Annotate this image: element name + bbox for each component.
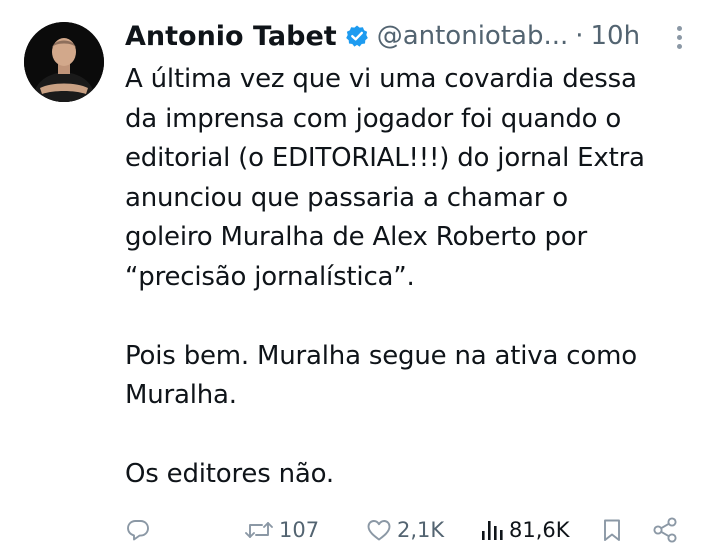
tweet[interactable]: Antonio Tabet @antoniotab... · 10h A últ… bbox=[0, 0, 717, 555]
retweet-count: 107 bbox=[279, 518, 320, 542]
tweet-line: da imprensa com jogador foi quando o bbox=[125, 103, 622, 134]
avatar[interactable] bbox=[24, 22, 104, 102]
retweet-button[interactable]: 107 bbox=[243, 510, 319, 550]
tweet-line: Pois bem. Muralha segue na ativa como bbox=[125, 340, 637, 371]
views-icon bbox=[479, 517, 505, 543]
share-button[interactable] bbox=[651, 510, 679, 550]
verified-badge-icon bbox=[345, 24, 369, 48]
tweet-line: Muralha. bbox=[125, 380, 237, 410]
tweet-header: Antonio Tabet @antoniotab... · 10h bbox=[125, 18, 640, 54]
heart-icon bbox=[365, 517, 393, 543]
views-count: 81,6K bbox=[509, 518, 570, 542]
tweet-line: Os editores não. bbox=[125, 459, 334, 489]
like-count: 2,1K bbox=[397, 518, 445, 542]
views-button[interactable]: 81,6K bbox=[479, 510, 570, 550]
bookmark-icon bbox=[600, 517, 624, 543]
avatar-photo bbox=[24, 22, 104, 102]
tweet-line: “precisão jornalística”. bbox=[125, 261, 415, 292]
tweet-line: anunciou que passaria a chamar o bbox=[125, 182, 568, 213]
author-handle[interactable]: @antoniotab... bbox=[377, 21, 569, 51]
header-separator: · bbox=[575, 21, 584, 51]
author-name[interactable]: Antonio Tabet bbox=[125, 21, 337, 52]
tweet-line: A última vez que vi uma covardia dessa bbox=[125, 64, 637, 94]
bookmark-button[interactable] bbox=[600, 510, 624, 550]
more-options-icon[interactable] bbox=[672, 26, 686, 52]
reply-icon bbox=[125, 517, 151, 543]
retweet-icon bbox=[243, 517, 275, 543]
tweet-line: editorial (o EDITORIAL!!!) do jornal Ext… bbox=[125, 143, 645, 173]
like-button[interactable]: 2,1K bbox=[365, 510, 444, 550]
action-bar: 107 2,1K 81,6K bbox=[125, 510, 695, 550]
tweet-timestamp[interactable]: 10h bbox=[591, 21, 641, 51]
reply-button[interactable] bbox=[125, 510, 155, 550]
tweet-text: A última vez que vi uma covardia dessa d… bbox=[125, 60, 685, 495]
share-icon bbox=[651, 516, 679, 544]
tweet-line: goleiro Muralha de Alex Roberto por bbox=[125, 222, 588, 252]
